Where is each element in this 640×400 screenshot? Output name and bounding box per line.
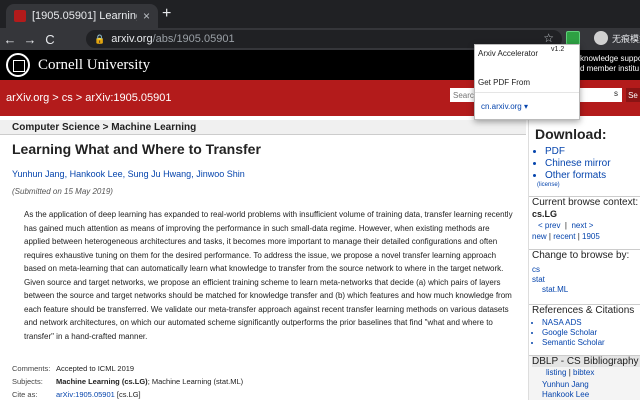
browse-cs-link[interactable]: cs: [532, 265, 640, 275]
author-link[interactable]: Sung Ju Hwang: [123, 169, 192, 179]
cite-link[interactable]: arXiv:1905.05901: [56, 390, 115, 399]
semantic-scholar-link[interactable]: Semantic Scholar: [542, 338, 640, 348]
sidebar: Download: PDF Chinese mirror Other forma…: [528, 116, 640, 400]
prev-link[interactable]: < prev: [538, 221, 560, 230]
url-host: arxiv.org: [111, 33, 153, 45]
download-chinese-mirror-link[interactable]: Chinese mirror: [545, 158, 611, 170]
license-link[interactable]: (license): [537, 182, 560, 188]
metadata-row: Cite as: arXiv:1905.05901 [cs.LG]: [12, 388, 522, 400]
dblp-heading: DBLP - CS Bibliography: [532, 356, 640, 367]
dblp-listing-link[interactable]: listing: [546, 368, 566, 377]
dblp-links: listing | bibtex: [532, 368, 640, 378]
lock-icon: 🔒: [94, 33, 106, 44]
references-list: NASA ADS Google Scholar Semantic Scholar: [532, 318, 640, 348]
author-list: Yunhun JangHankook LeeSung Ju HwangJinwo…: [12, 169, 245, 179]
cite-category: [cs.LG]: [114, 390, 141, 399]
profile-avatar-icon[interactable]: [594, 31, 608, 45]
abstract-text: As the application of deep learning has …: [24, 210, 513, 341]
listing-nav: new | recent | 1905: [532, 232, 640, 242]
google-scholar-link[interactable]: Google Scholar: [542, 328, 640, 338]
references-section: References & Citations NASA ADS Google S…: [529, 304, 640, 356]
author-link[interactable]: Hankook Lee: [65, 169, 123, 179]
change-browse-section: Change to browse by: cs stat stat.ML: [529, 249, 640, 305]
cite-value: arXiv:1905.05901 [cs.LG]: [56, 388, 141, 400]
new-tab-button[interactable]: +: [162, 5, 171, 23]
year-link[interactable]: 1905: [582, 232, 600, 241]
metadata-row: Comments: Accepted to ICML 2019: [12, 362, 522, 375]
download-pdf-link[interactable]: PDF: [545, 146, 611, 158]
url-path: /abs/1905.05901: [152, 33, 235, 45]
back-icon[interactable]: ←: [0, 32, 20, 47]
comments-label: Comments:: [12, 364, 51, 373]
secondary-subjects: ; Machine Learning (stat.ML): [147, 377, 244, 386]
popup-version: v1.2: [551, 46, 565, 53]
subjects-label: Subjects:: [12, 377, 43, 386]
author-link[interactable]: Yunhun Jang: [12, 169, 65, 179]
change-browse-heading: Change to browse by:: [532, 250, 630, 261]
browser-tab[interactable]: [1905.05901] Learning What a ×: [6, 4, 158, 28]
download-list: PDF Chinese mirror Other formats: [545, 146, 611, 182]
browse-context-value: cs.LG: [532, 209, 558, 219]
new-link[interactable]: new: [532, 232, 547, 241]
mirror-select[interactable]: cn.arxiv.org ▾: [481, 102, 528, 111]
nav-separator: |: [568, 368, 571, 377]
search-button[interactable]: Se: [626, 88, 640, 102]
subjects-value: Machine Learning (cs.LG); Machine Learni…: [56, 375, 243, 388]
profile-name[interactable]: 无痕模式: [612, 32, 640, 45]
bookmark-star-icon[interactable]: ☆: [543, 31, 554, 45]
get-pdf-label: Get PDF From: [478, 78, 531, 87]
metadata-row: Subjects: Machine Learning (cs.LG); Mach…: [12, 375, 522, 388]
nav-separator: |: [564, 221, 567, 230]
reload-icon[interactable]: C: [40, 32, 60, 47]
browse-stat-link[interactable]: stat: [532, 275, 640, 285]
browse-stat-ml-link[interactable]: stat.ML: [532, 285, 640, 295]
tab-title: [1905.05901] Learning What a: [32, 10, 137, 22]
dblp-author-link[interactable]: Yunhun Jang: [532, 380, 640, 390]
arxiv-favicon-icon: [14, 10, 26, 22]
popup-divider: [475, 92, 579, 93]
metadata-table: Comments: Accepted to ICML 2019 Subjects…: [12, 362, 522, 400]
dblp-author-link[interactable]: Hankook Lee: [532, 390, 640, 400]
browser-tab-strip: [1905.05901] Learning What a × +: [0, 0, 640, 28]
subject-header: Computer Science > Machine Learning: [0, 120, 526, 135]
breadcrumb[interactable]: arXiv.org > cs > arXiv:1905.05901: [6, 92, 172, 104]
references-heading: References & Citations: [532, 305, 635, 316]
forward-icon[interactable]: →: [20, 32, 40, 47]
cite-label: Cite as:: [12, 390, 38, 399]
dblp-bibtex-link[interactable]: bibtex: [573, 368, 594, 377]
nav-separator: |: [548, 232, 551, 241]
download-heading: Download:: [535, 126, 607, 142]
cornell-acknowledgement: knowledge support d member institu: [580, 54, 640, 73]
author-link[interactable]: Jinwoo Shin: [191, 169, 245, 179]
download-other-formats-link[interactable]: Other formats: [545, 170, 611, 182]
tab-close-icon[interactable]: ×: [143, 9, 150, 23]
next-link[interactable]: next >: [571, 221, 593, 230]
comments-value: Accepted to ICML 2019: [56, 364, 135, 373]
cornell-seal-icon[interactable]: [6, 53, 30, 77]
popup-title: Arxiv Accelerator: [478, 49, 539, 58]
submission-date: (Submitted on 15 May 2019): [12, 187, 113, 196]
nasa-ads-link[interactable]: NASA ADS: [542, 318, 640, 328]
arxiv-accelerator-extension-icon[interactable]: [566, 31, 580, 45]
browse-context-heading: Current browse context:: [532, 197, 639, 208]
prev-next-nav: < prev | next >: [532, 221, 640, 231]
cornell-university-logo[interactable]: Cornell University: [38, 57, 150, 74]
search-select-value: s: [614, 89, 618, 98]
primary-subject: Machine Learning (cs.LG): [56, 377, 148, 386]
arxiv-accelerator-popup: Arxiv Accelerator v1.2 Get PDF From cn.a…: [474, 44, 580, 120]
abstract-page: Computer Science > Machine Learning Lear…: [0, 116, 528, 400]
nav-separator: |: [577, 232, 580, 241]
page-title: Learning What and Where to Transfer: [12, 141, 261, 157]
dblp-section: DBLP - CS Bibliography listing | bibtex …: [529, 355, 640, 400]
recent-link[interactable]: recent: [553, 232, 575, 241]
